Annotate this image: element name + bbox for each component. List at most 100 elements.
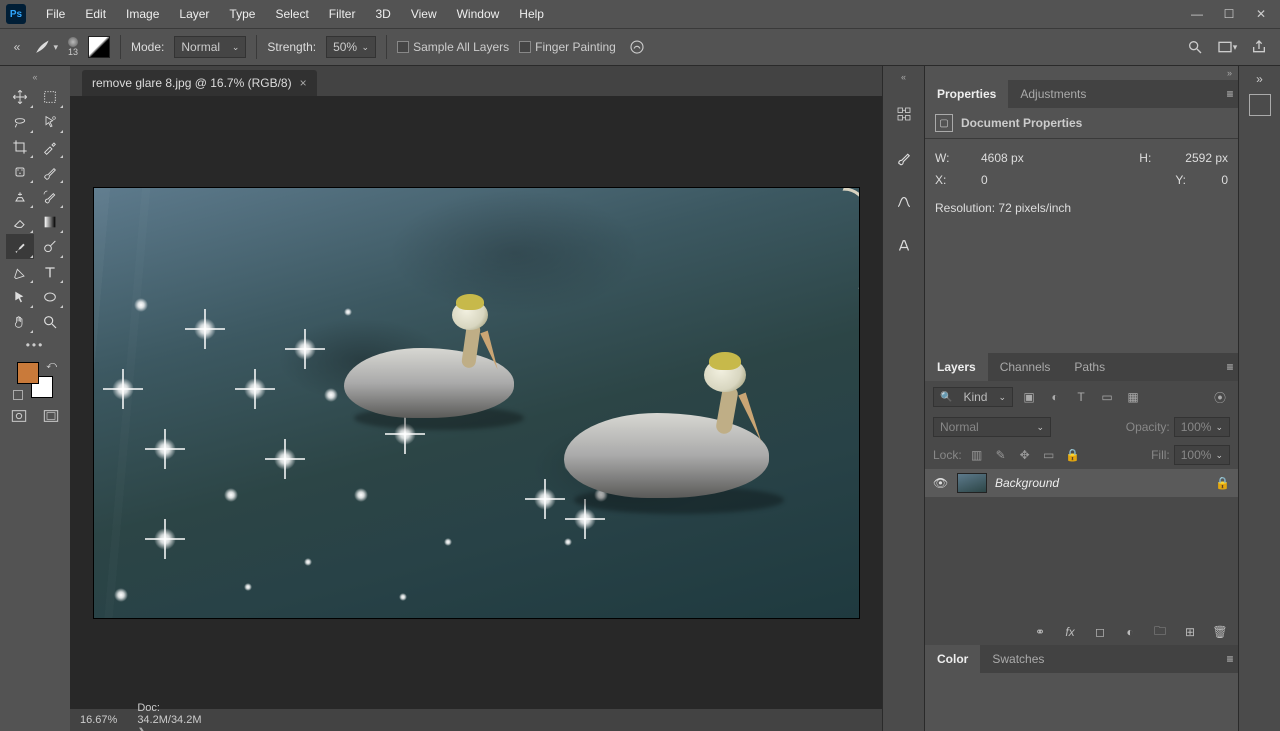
canvas[interactable] [94,188,859,618]
menu-type[interactable]: Type [219,0,265,28]
zoom-tool[interactable] [36,309,64,334]
eraser-tool[interactable] [6,209,34,234]
tab-layers[interactable]: Layers [925,353,988,381]
sample-all-layers-checkbox[interactable]: Sample All Layers [397,40,509,54]
edit-toolbar-icon[interactable]: ••• [26,334,45,356]
collapse-panels-icon[interactable]: » [925,66,1238,80]
collapse-far-dock-icon[interactable]: » [1256,72,1263,86]
path-select-tool[interactable] [6,284,34,309]
menu-help[interactable]: Help [509,0,554,28]
tab-properties[interactable]: Properties [925,80,1008,108]
character-panel-icon[interactable] [892,234,916,258]
hand-tool[interactable] [6,309,34,334]
pressure-size-icon[interactable] [626,36,648,58]
document-tab[interactable]: remove glare 8.jpg @ 16.7% (RGB/8) × [82,70,317,96]
eyedropper-tool[interactable] [36,134,64,159]
new-layer-icon[interactable]: ⊞ [1182,625,1198,639]
move-tool[interactable] [6,84,34,109]
brush-tool[interactable] [36,159,64,184]
lock-pixels-icon[interactable]: ✎ [992,446,1010,464]
history-panel-icon[interactable] [892,102,916,126]
fill-input[interactable]: 100%⌄ [1174,445,1230,465]
layer-name[interactable]: Background [995,476,1207,490]
quick-mask-icon[interactable] [8,406,30,426]
close-tab-icon[interactable]: × [300,76,307,90]
gradient-tool[interactable] [36,209,64,234]
delete-layer-icon[interactable]: 🗑 [1212,625,1228,639]
search-icon[interactable] [1184,36,1206,58]
panel-menu-icon[interactable]: ≡ [1222,87,1238,101]
menu-layer[interactable]: Layer [169,0,219,28]
layer-mask-icon[interactable]: ◻ [1092,625,1108,639]
layer-row[interactable]: 👁 Background 🔒 [925,469,1238,497]
type-tool[interactable] [36,259,64,284]
mode-select[interactable]: Normal ⌄ [174,36,246,58]
color-swatch[interactable]: ⤺ [13,360,57,400]
layer-fx-icon[interactable]: fx [1062,625,1078,639]
quick-select-tool[interactable] [36,109,64,134]
clone-stamp-tool[interactable] [6,184,34,209]
brush-settings-panel-icon[interactable] [892,190,916,214]
window-close-icon[interactable]: ✕ [1248,5,1274,23]
spot-heal-tool[interactable] [6,159,34,184]
window-minimize-icon[interactable]: — [1184,5,1210,23]
menu-select[interactable]: Select [265,0,318,28]
layer-filter-kind[interactable]: 🔍 Kind ⌄ [933,387,1013,407]
filter-smart-icon[interactable]: ▦ [1123,388,1143,406]
adjustment-layer-icon[interactable]: ◐ [1122,625,1138,639]
menu-window[interactable]: Window [447,0,510,28]
layer-thumbnail[interactable] [957,473,987,493]
marquee-tool[interactable] [36,84,64,109]
collapse-tool-panel-icon[interactable]: « [0,70,70,84]
blend-mode-select[interactable]: Normal ⌄ [933,417,1051,437]
swap-colors-icon[interactable]: ⤺ [46,360,57,371]
brush-hardness-swatch[interactable] [88,36,110,58]
brushes-panel-icon[interactable] [892,146,916,170]
menu-3d[interactable]: 3D [365,0,400,28]
opacity-input[interactable]: 100%⌄ [1174,417,1230,437]
collapse-options-icon[interactable]: « [10,40,24,54]
filter-shape-icon[interactable]: ▭ [1097,388,1117,406]
lasso-tool[interactable] [6,109,34,134]
pen-tool[interactable] [6,259,34,284]
layer-group-icon[interactable]: 🗀 [1152,622,1168,643]
layer-visibility-icon[interactable]: 👁 [933,476,949,490]
filter-adjust-icon[interactable]: ◐ [1045,388,1065,406]
brush-preset-picker[interactable]: 13 [68,37,78,57]
strength-input[interactable]: 50% ⌄ [326,36,376,58]
status-more-icon[interactable]: ❯ [137,727,146,731]
smudge-tool[interactable] [6,234,34,259]
filter-toggle-icon[interactable]: ⦿ [1210,388,1230,406]
current-tool-icon[interactable]: ▾ [34,35,58,59]
menu-file[interactable]: File [36,0,75,28]
lock-artboard-icon[interactable]: ▭ [1040,446,1058,464]
dodge-tool[interactable] [36,234,64,259]
panel-menu-icon[interactable]: ≡ [1222,360,1238,374]
foreground-color[interactable] [17,362,39,384]
menu-filter[interactable]: Filter [319,0,366,28]
menu-view[interactable]: View [401,0,447,28]
screen-mode-icon[interactable]: ▾ [1216,36,1238,58]
finger-painting-checkbox[interactable]: Finger Painting [519,40,616,54]
tab-swatches[interactable]: Swatches [980,645,1056,673]
zoom-value[interactable]: 16.67% [80,714,117,726]
share-icon[interactable] [1248,36,1270,58]
tab-color[interactable]: Color [925,645,980,673]
crop-tool[interactable] [6,134,34,159]
shape-tool[interactable] [36,284,64,309]
window-restore-icon[interactable]: ☐ [1216,5,1242,23]
collapse-dock-icon[interactable]: « [901,72,906,82]
menu-image[interactable]: Image [116,0,169,28]
link-layers-icon[interactable]: ⚭ [1032,625,1048,639]
filter-pixel-icon[interactable]: ▣ [1019,388,1039,406]
menu-edit[interactable]: Edit [75,0,116,28]
panel-menu-icon[interactable]: ≡ [1222,652,1238,666]
lock-transparent-icon[interactable]: ▥ [968,446,986,464]
layer-lock-icon[interactable]: 🔒 [1215,476,1230,490]
default-colors-icon[interactable] [13,390,23,400]
screen-mode-toggle-icon[interactable] [40,406,62,426]
lock-all-icon[interactable]: 🔒 [1064,446,1082,464]
filter-type-icon[interactable]: T [1071,388,1091,406]
tab-paths[interactable]: Paths [1062,353,1117,381]
libraries-panel-icon[interactable] [1249,94,1271,116]
